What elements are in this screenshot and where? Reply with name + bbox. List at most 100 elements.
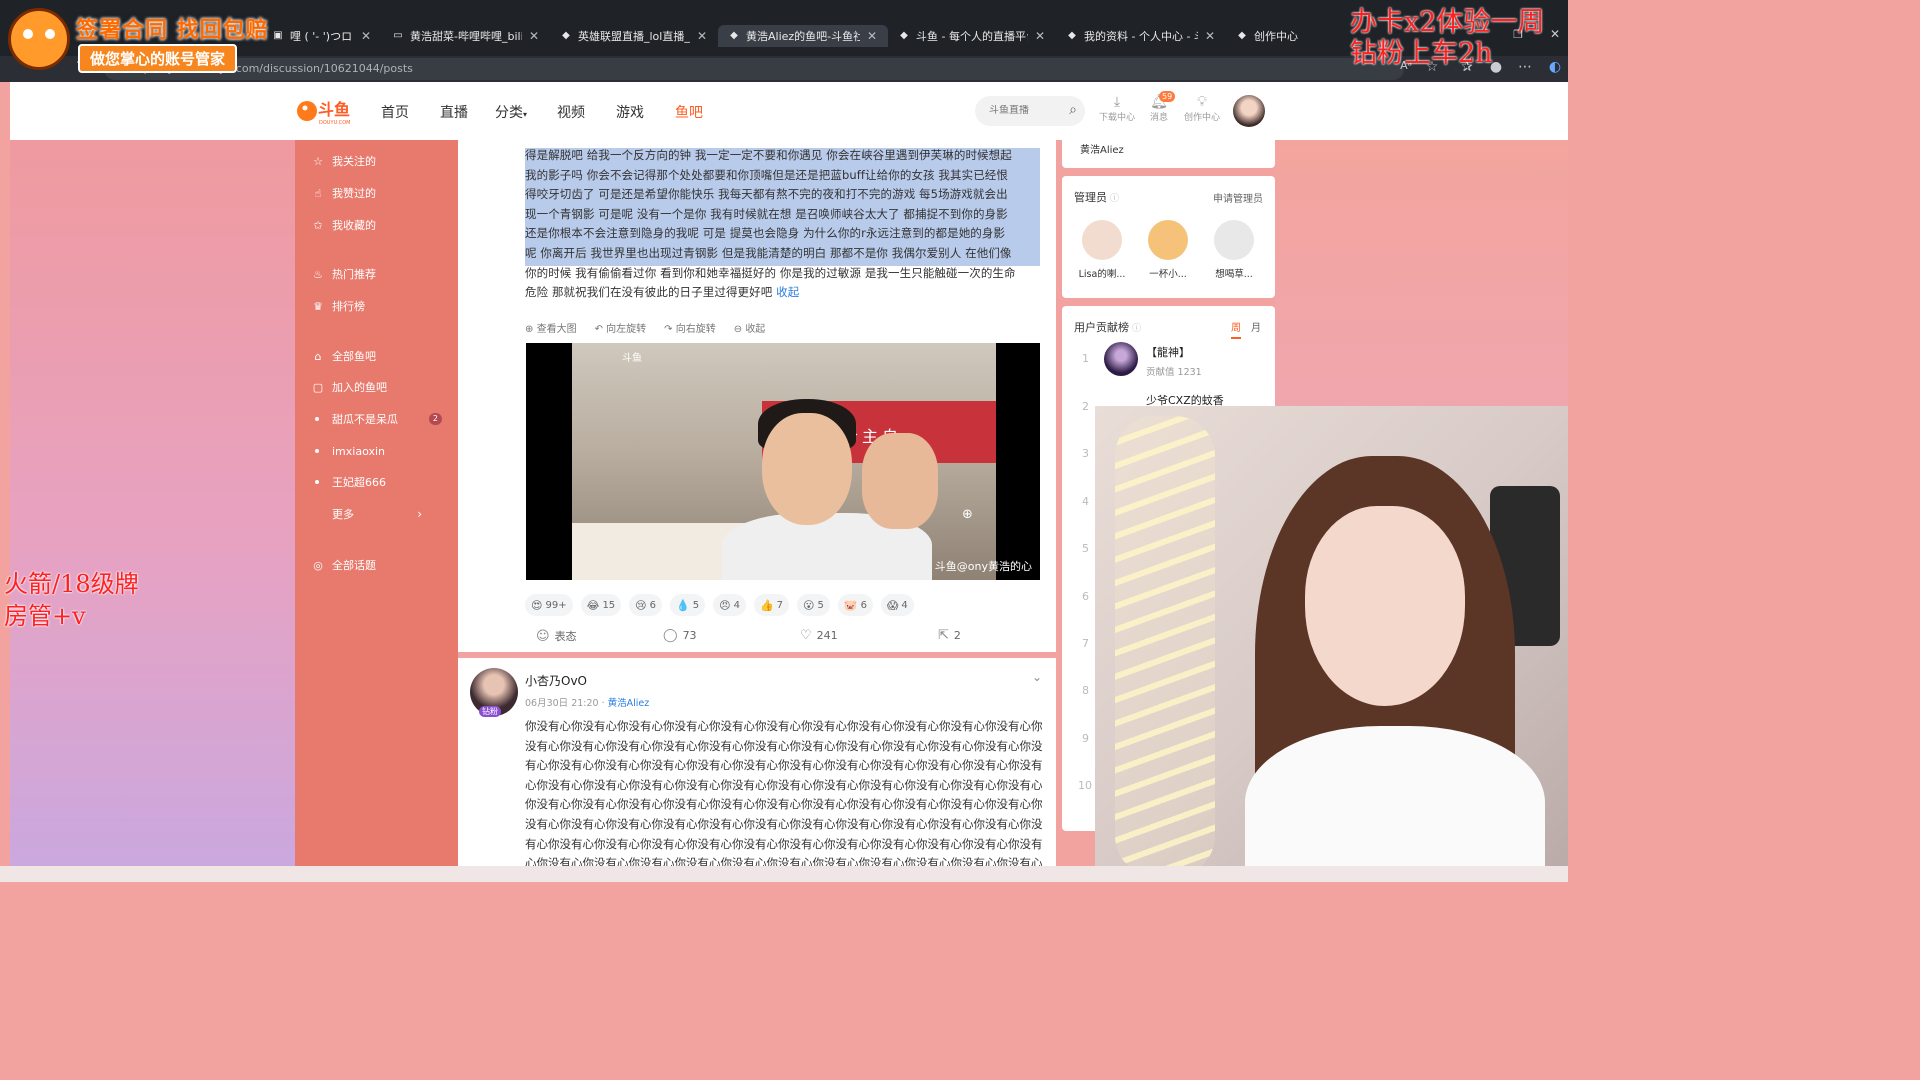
search-input[interactable] xyxy=(989,105,1069,116)
left-sidebar: ☆ 我关注的 ☝ 我赞过的 ✩ 我收藏的 ♨ 热门推荐 ♛ 排行榜 ⌂ 全部鱼吧 ▢ 加入的鱼… xyxy=(295,140,458,882)
ranking-user-avatar[interactable] xyxy=(1104,342,1138,376)
reaction-chip[interactable]: 💧 5 xyxy=(670,594,706,616)
sidebar-item-imxiaoxin[interactable]: imxiaoxin xyxy=(295,439,458,463)
rotate-right-icon: ↷ xyxy=(664,324,673,335)
reaction-count: 6 xyxy=(860,599,867,611)
browser-tab[interactable]: ◆英雄联盟直播_lol直播_英雄✕ xyxy=(550,25,718,47)
post-text-line: 现一个青钢影 可是呢 没有一个是你 我有时候就在想 是召唤师峡谷太大了 都捕捉不… xyxy=(525,206,1008,221)
bullet-dot xyxy=(315,449,319,453)
nav-game[interactable]: 游戏 xyxy=(616,102,644,122)
view-large-button[interactable]: ⊕ 查看大图 xyxy=(525,320,577,335)
share-button[interactable]: ⇱ 2 xyxy=(938,628,961,643)
tab-close-icon[interactable]: ✕ xyxy=(696,29,708,43)
post-text-end: 危险 那就祝我们在没有彼此的日子里过得更好吧 xyxy=(525,285,773,300)
douyu-icon: ◆ xyxy=(562,30,570,41)
reaction-chip[interactable]: 😂 15 xyxy=(580,594,622,616)
sidebar-item-more[interactable]: 更多 › xyxy=(295,502,458,526)
reaction-count: 15 xyxy=(602,599,616,611)
chevron-down-icon[interactable]: ⌄ xyxy=(1032,670,1042,684)
comment-button[interactable]: ◯ 73 xyxy=(663,628,697,643)
author-name[interactable]: 小杏乃OvO xyxy=(525,672,587,689)
sidebar-item-all-yuba[interactable]: ⌂ 全部鱼吧 xyxy=(295,344,458,368)
overlay-left-line1: 火箭/18级牌 xyxy=(4,570,139,598)
rotate-left-icon: ↶ xyxy=(594,324,603,335)
nav-category[interactable]: 分类▾ xyxy=(495,102,527,122)
sidebar-item-favorites[interactable]: ✩ 我收藏的 xyxy=(295,213,458,237)
tab-close-icon[interactable]: ✕ xyxy=(1204,29,1216,43)
user-avatar[interactable] xyxy=(1233,95,1265,127)
owner-name[interactable]: 黄浩Aliez xyxy=(1080,141,1124,156)
like-button[interactable]: ♡ 241 xyxy=(800,628,838,643)
tab-month[interactable]: 月 xyxy=(1251,323,1261,334)
reaction-count: 5 xyxy=(817,599,824,611)
browser-tab[interactable]: ◆ 斗鱼 - 每个人的直播平台 ✕ xyxy=(888,25,1056,47)
yuba-link[interactable]: 黄浩Aliez xyxy=(608,698,650,709)
sidebar-item-ranking[interactable]: ♛ 排行榜 xyxy=(295,294,458,318)
nav-live[interactable]: 直播 xyxy=(440,102,468,122)
browser-tab[interactable]: ▣哩 ( '- ')つロ 干杯~✕ xyxy=(262,25,382,47)
browser-tab[interactable]: ▭黄浩甜菜-哔哩哔哩_bilibili✕ xyxy=(382,25,550,47)
collapse-image-button[interactable]: ⊖ 收起 xyxy=(734,320,766,335)
tab-week[interactable]: 周 xyxy=(1231,323,1241,339)
reaction-chip[interactable]: 😢 6 xyxy=(629,594,663,616)
question-icon[interactable]: ⓘ xyxy=(1132,324,1141,334)
nav-home[interactable]: 首页 xyxy=(381,102,409,122)
download-center[interactable]: ⤓ 下载中心 xyxy=(1095,94,1139,123)
sidebar-item-all-topics[interactable]: ◎ 全部话题 xyxy=(295,553,458,577)
browser-tab-active[interactable]: ◆黄浩Aliez的鱼吧-斗鱼社区✕ xyxy=(718,25,888,47)
browser-tab[interactable]: ◆我的资料 - 个人中心 - 斗鱼✕ xyxy=(1056,25,1226,47)
fire-icon: ♨ xyxy=(313,267,323,281)
rotate-right-button[interactable]: ↷ 向右旋转 xyxy=(664,320,716,335)
emoji-icon: 😱 xyxy=(886,598,899,612)
search-icon[interactable]: ⌕ xyxy=(1069,102,1077,118)
ranking-user-name[interactable]: 【龍神】 xyxy=(1146,344,1190,360)
managers-title: 管理员 ⓘ xyxy=(1074,189,1119,205)
nav-yuba[interactable]: 鱼吧 xyxy=(675,102,703,122)
post-video[interactable]: 令天今主自 斗鱼 斗鱼@ony黄浩的心 ⊕ xyxy=(526,343,1040,580)
collapse-link[interactable]: 收起 xyxy=(776,285,799,299)
copilot-icon[interactable]: ◐ xyxy=(1545,59,1565,75)
sidebar-item-wangfei[interactable]: 王妃超666 xyxy=(295,470,458,494)
sidebar-item-label: 王妃超666 xyxy=(332,476,386,489)
rotate-left-button[interactable]: ↶ 向左旋转 xyxy=(595,320,647,335)
reaction-chip[interactable]: 👍 7 xyxy=(753,594,790,616)
bookmark-icon: ✩ xyxy=(313,218,323,232)
creator-center[interactable]: 💡︎ 创作中心 xyxy=(1180,94,1224,123)
streamer-face xyxy=(1305,506,1465,706)
more-menu-icon[interactable]: ⋯ xyxy=(1515,59,1535,75)
reaction-chip[interactable]: 🐷 6 xyxy=(837,594,873,616)
url-field[interactable]: https://yuba.douyu.com/discussion/106210… xyxy=(104,58,1404,80)
messages[interactable]: 🔔︎ 59 消息 xyxy=(1137,91,1181,123)
collapse-image-label: 收起 xyxy=(745,324,766,335)
reaction-chip[interactable]: 😍 99+ xyxy=(525,594,573,616)
sidebar-item-label: 全部鱼吧 xyxy=(332,350,376,363)
rank-number: 1 xyxy=(1082,352,1089,365)
tab-close-icon[interactable]: ✕ xyxy=(1034,29,1046,43)
tab-close-icon[interactable]: ✕ xyxy=(866,29,878,43)
sidebar-item-following[interactable]: ☆ 我关注的 xyxy=(295,149,458,173)
tab-close-icon[interactable]: ✕ xyxy=(528,29,540,43)
browser-tab[interactable]: ◆ 创作中心 xyxy=(1226,25,1346,47)
manager-item[interactable]: 想喝草... xyxy=(1206,220,1262,280)
tab-close-icon[interactable]: ✕ xyxy=(360,29,372,43)
manager-item[interactable]: 一杯小... xyxy=(1140,220,1196,280)
reaction-chip[interactable]: 😮 5 xyxy=(797,594,830,616)
close-window-icon[interactable]: ✕ xyxy=(1545,27,1565,41)
sidebar-item-hot[interactable]: ♨ 热门推荐 xyxy=(295,262,458,286)
reaction-chip[interactable]: 😠 4 xyxy=(713,594,746,616)
sidebar-item-liked[interactable]: ☝ 我赞过的 xyxy=(295,181,458,205)
apply-manager-link[interactable]: 申请管理员 xyxy=(1213,190,1263,205)
question-icon[interactable]: ⓘ xyxy=(1110,194,1119,204)
heart-icon: ♡ xyxy=(800,628,812,643)
ranking-title: 用户贡献榜 ⓘ xyxy=(1074,319,1141,335)
post-feed: 得是解脱吧 给我一个反方向的钟 我一定一定不要和你遇见 你会在峡谷里遇到伊芙琳的… xyxy=(458,140,1056,882)
manager-name: 想喝草... xyxy=(1215,269,1253,280)
sidebar-item-tiangua[interactable]: 甜瓜不是呆瓜 2 xyxy=(295,407,458,431)
sidebar-item-joined[interactable]: ▢ 加入的鱼吧 xyxy=(295,375,458,399)
react-button[interactable]: ☺ 表态 xyxy=(536,628,577,644)
bullet-dot xyxy=(315,417,319,421)
reaction-chip[interactable]: 😱 4 xyxy=(880,594,914,616)
nav-video[interactable]: 视频 xyxy=(557,102,585,122)
manager-item[interactable]: Lisa的喇... xyxy=(1074,220,1130,280)
douyu-logo[interactable]: 斗鱼 DOUYU.COM xyxy=(296,95,360,127)
